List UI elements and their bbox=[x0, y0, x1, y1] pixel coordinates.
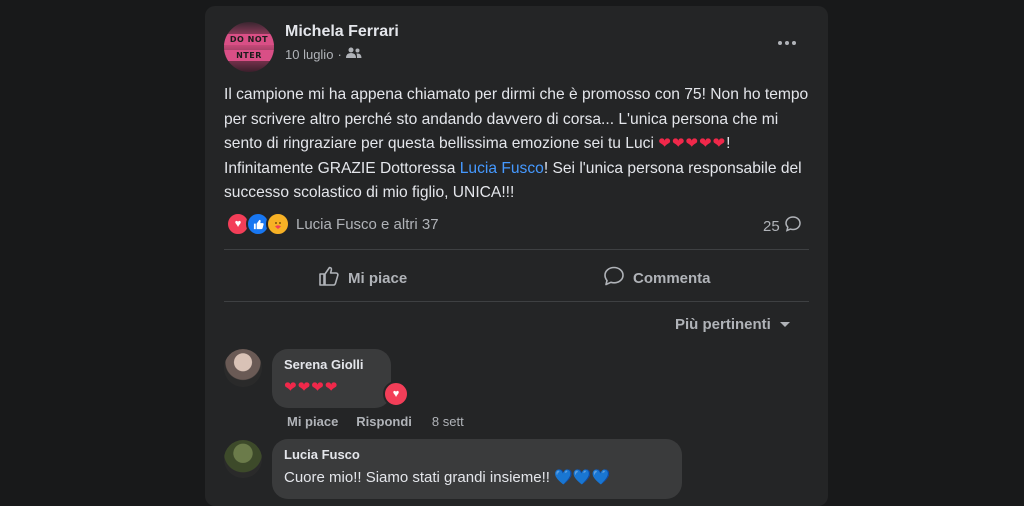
thumbs-up-icon bbox=[318, 265, 340, 291]
comment-text: Cuore mio!! Siamo stati grandi insieme!!… bbox=[284, 468, 670, 486]
more-options-button[interactable] bbox=[769, 30, 805, 56]
avatar-sign-text-bottom: NTER bbox=[224, 50, 274, 61]
like-button[interactable]: Mi piace bbox=[318, 260, 407, 296]
comment-actions: Mi piace Rispondi 8 sett bbox=[287, 414, 464, 429]
care-icon bbox=[266, 212, 290, 236]
comment-button[interactable]: Commenta bbox=[603, 260, 711, 296]
mention-link[interactable]: Lucia Fusco bbox=[460, 160, 544, 177]
comment-like-button[interactable]: Mi piace bbox=[287, 414, 338, 429]
caret-down-icon bbox=[779, 316, 791, 333]
divider-bottom bbox=[224, 301, 809, 302]
author-name[interactable]: Michela Ferrari bbox=[285, 23, 399, 41]
commenter-avatar[interactable] bbox=[224, 440, 262, 478]
commenter-avatar[interactable] bbox=[224, 349, 262, 387]
comments-count[interactable]: 25 bbox=[763, 215, 802, 237]
post-meta: 10 luglio · bbox=[285, 47, 362, 62]
friends-audience-icon[interactable] bbox=[345, 47, 362, 62]
commenter-name[interactable]: Lucia Fusco bbox=[284, 447, 670, 462]
commenter-name[interactable]: Serena Giolli bbox=[284, 357, 379, 372]
blue-hearts-emoji: 💙💙💙 bbox=[554, 469, 611, 486]
hearts-emoji: ❤❤❤❤❤ bbox=[658, 135, 727, 153]
dot-icon bbox=[785, 41, 789, 45]
sort-comments-dropdown[interactable]: Più pertinenti bbox=[675, 316, 791, 333]
avatar-sign-text-top: DO NOT bbox=[224, 34, 274, 45]
comment-reply-button[interactable]: Rispondi bbox=[356, 414, 412, 429]
comment-text-body: Cuore mio!! Siamo stati grandi insieme!! bbox=[284, 469, 555, 486]
comment-bubble-icon bbox=[784, 215, 802, 237]
comment-count-value: 25 bbox=[763, 217, 780, 235]
comment-timestamp[interactable]: 8 sett bbox=[432, 414, 464, 429]
meta-separator: · bbox=[337, 47, 342, 62]
post-card: DO NOT NTER Michela Ferrari 10 luglio · … bbox=[205, 6, 828, 506]
dot-icon bbox=[778, 41, 782, 45]
like-label: Mi piace bbox=[348, 269, 408, 287]
reactors-text[interactable]: Lucia Fusco e altri 37 bbox=[296, 216, 439, 233]
comment-bubble: Lucia Fusco Cuore mio!! Siamo stati gran… bbox=[272, 439, 682, 499]
dot-icon bbox=[792, 41, 796, 45]
post-date[interactable]: 10 luglio bbox=[285, 47, 333, 62]
author-avatar[interactable]: DO NOT NTER bbox=[224, 22, 274, 72]
love-reaction-icon[interactable]: ♥ bbox=[383, 381, 409, 407]
comment-text: ❤❤❤❤ bbox=[284, 379, 339, 396]
comment-bubble: Serena Giolli ❤❤❤❤ bbox=[272, 349, 391, 408]
divider-top bbox=[224, 249, 809, 250]
reactions-summary[interactable]: ♥ Lucia Fusco e altri 37 bbox=[226, 212, 439, 236]
comment-icon bbox=[603, 265, 625, 291]
sort-label: Più pertinenti bbox=[675, 316, 771, 333]
post-text: Il campione mi ha appena chiamato per di… bbox=[224, 83, 809, 206]
comment-label: Commenta bbox=[633, 269, 711, 287]
